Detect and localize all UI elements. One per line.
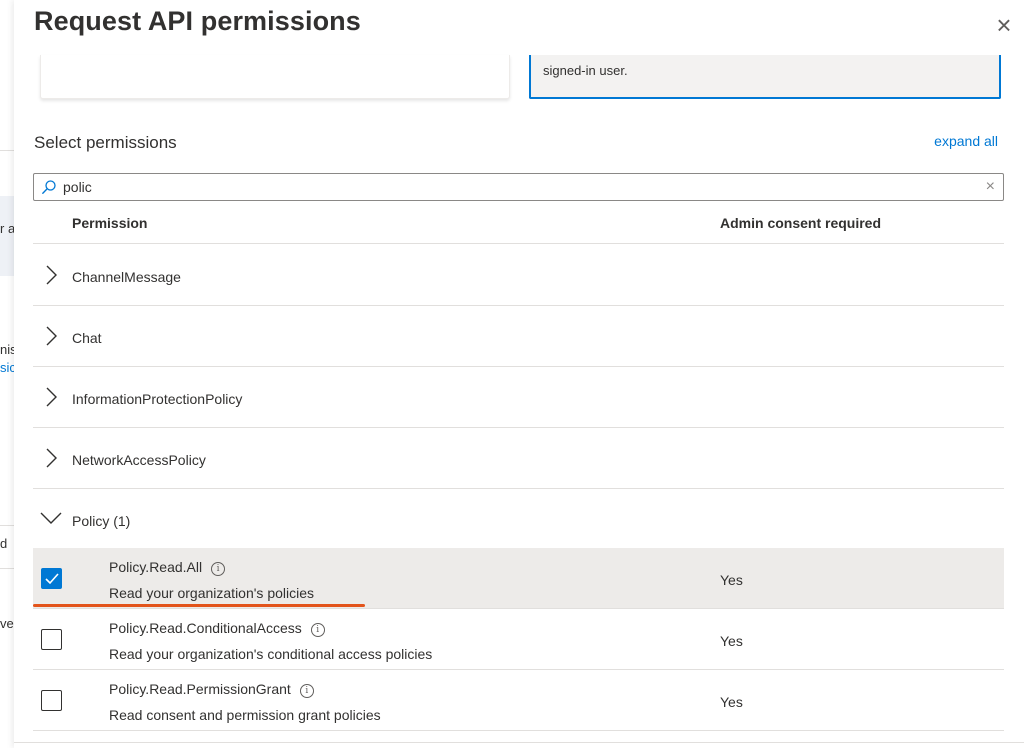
permission-name-wrap: Policy.Read.All i <box>109 559 226 576</box>
background-text-fragment: ve <box>0 616 14 631</box>
permission-checkbox[interactable] <box>41 629 62 650</box>
divider <box>14 742 1024 743</box>
search-icon <box>42 180 56 194</box>
permissions-table-header: Permission Admin consent required <box>33 203 1004 244</box>
admin-consent-value: Yes <box>720 633 743 649</box>
divider <box>0 150 14 151</box>
permission-column-header: Permission <box>72 215 148 231</box>
permission-description: Read your organization's conditional acc… <box>109 646 433 662</box>
permission-name: Policy.Read.All <box>109 559 203 575</box>
permission-checkbox[interactable] <box>41 690 62 711</box>
background-link-fragment: sic <box>0 360 14 375</box>
chevron-right-icon <box>46 265 57 285</box>
request-api-permissions-panel: Request API permissions × signed-in user… <box>14 0 1024 748</box>
admin-consent-column-header: Admin consent required <box>720 215 882 231</box>
permission-search-box[interactable]: × <box>33 173 1004 201</box>
info-icon[interactable]: i <box>299 684 314 698</box>
close-icon: × <box>996 10 1012 40</box>
group-row-chat[interactable]: Chat <box>33 306 1004 367</box>
permission-checkbox[interactable] <box>41 568 62 589</box>
search-input[interactable] <box>63 176 963 198</box>
chevron-right-icon <box>46 326 57 346</box>
clear-icon[interactable]: × <box>986 177 995 197</box>
close-button[interactable]: × <box>992 12 1016 40</box>
group-label: Chat <box>72 330 102 346</box>
select-permissions-heading: Select permissions <box>34 133 177 152</box>
permission-row-policy-read-permissiongrant[interactable]: Policy.Read.PermissionGrant i Read consen… <box>33 670 1004 731</box>
permission-row-policy-read-all[interactable]: Policy.Read.All i Read your organization'… <box>33 548 1004 609</box>
group-row-policy[interactable]: Policy (1) <box>33 489 1004 550</box>
permission-name: Policy.Read.PermissionGrant <box>109 681 291 697</box>
annotation-underline <box>33 604 365 607</box>
group-label: Policy (1) <box>72 513 131 529</box>
card-description: signed-in user. <box>543 63 628 78</box>
permission-name-wrap: Policy.Read.ConditionalAccess i <box>109 620 325 637</box>
admin-consent-value: Yes <box>720 694 743 710</box>
permission-description: Read your organization's policies <box>109 585 315 601</box>
delegated-permissions-card[interactable] <box>40 55 510 99</box>
info-icon[interactable]: i <box>310 623 325 637</box>
group-label: NetworkAccessPolicy <box>72 452 206 468</box>
group-row-informationprotectionpolicy[interactable]: InformationProtectionPolicy <box>33 367 1004 428</box>
application-permissions-card[interactable]: signed-in user. <box>529 55 1001 99</box>
permission-row-policy-read-conditionalaccess[interactable]: Policy.Read.ConditionalAccess i Read your… <box>33 609 1004 670</box>
divider <box>0 568 14 569</box>
permission-description: Read consent and permission grant polici… <box>109 707 381 723</box>
chevron-right-icon <box>46 387 57 407</box>
background-text-fragment: r a <box>0 221 14 236</box>
permission-name: Policy.Read.ConditionalAccess <box>109 620 302 636</box>
group-row-networkaccesspolicy[interactable]: NetworkAccessPolicy <box>33 428 1004 489</box>
group-label: ChannelMessage <box>72 269 181 285</box>
admin-consent-value: Yes <box>720 572 743 588</box>
info-icon[interactable]: i <box>211 562 226 576</box>
background-text-fragment: d <box>0 536 8 551</box>
background-text-fragment: nis <box>0 342 14 357</box>
background-page: r a nis sic d ve <box>0 0 14 748</box>
expand-all-link[interactable]: expand all <box>934 133 998 149</box>
checkmark-icon <box>45 573 59 585</box>
group-row-channelmessage[interactable]: ChannelMessage <box>33 245 1004 306</box>
chevron-right-icon <box>46 448 57 468</box>
group-label: InformationProtectionPolicy <box>72 391 243 407</box>
divider <box>0 525 14 526</box>
chevron-down-icon <box>40 512 62 524</box>
background-highlight <box>0 196 14 276</box>
panel-title: Request API permissions <box>34 6 361 36</box>
permission-name-wrap: Policy.Read.PermissionGrant i <box>109 681 314 698</box>
